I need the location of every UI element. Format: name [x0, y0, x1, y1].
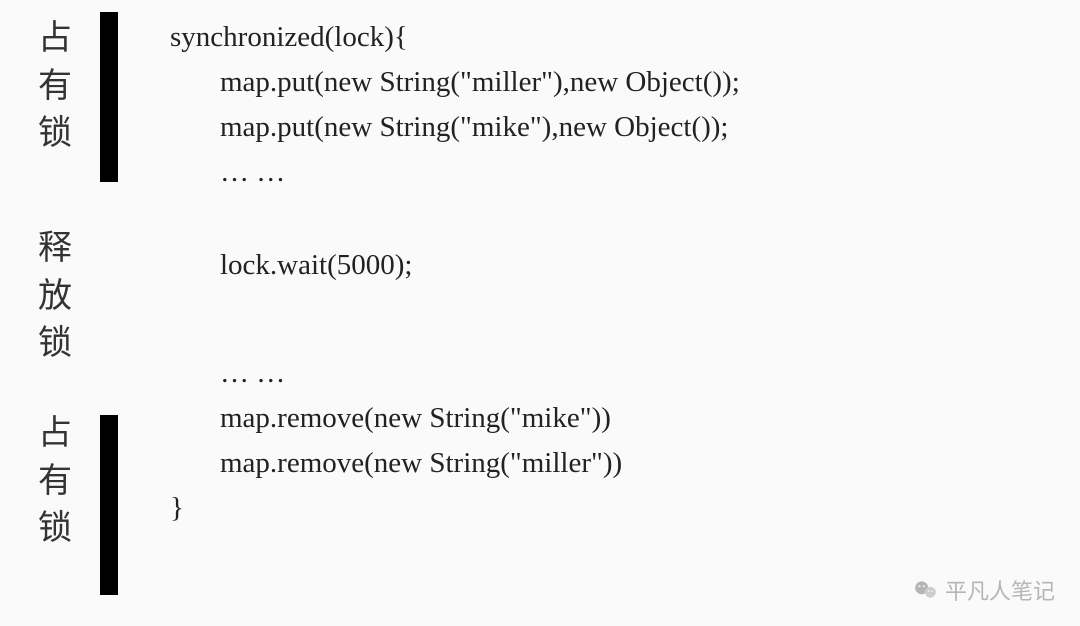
label-hold-lock-2: 占 有 锁	[30, 390, 80, 580]
code-line-wait: lock.wait(5000);	[170, 243, 1080, 288]
bar-wrapper-2	[80, 205, 130, 415]
label-char: 锁	[38, 110, 72, 158]
bracket-bar-2	[100, 415, 118, 595]
labels-column: 占 有 锁 释 放 锁 占 有 锁	[30, 10, 80, 616]
code-line-put1: map.put(new String("miller"),new Object(…	[170, 60, 1080, 105]
bars-column	[80, 10, 130, 616]
label-char: 释	[38, 225, 72, 273]
label-char: 锁	[38, 505, 72, 553]
spacer	[170, 336, 1080, 351]
watermark: 平凡人笔记	[913, 574, 1055, 606]
code-line-remove1: map.remove(new String("mike"))	[170, 396, 1080, 441]
label-char: 占	[38, 410, 72, 458]
code-line-ellipsis2: … …	[170, 351, 1080, 396]
label-char: 有	[38, 458, 72, 506]
main-container: 占 有 锁 释 放 锁 占 有 锁 synchronized(lock){ ma…	[0, 0, 1080, 626]
code-column: synchronized(lock){ map.put(new String("…	[130, 10, 1080, 616]
watermark-text: 平凡人笔记	[945, 574, 1055, 606]
label-release-lock: 释 放 锁	[30, 190, 80, 390]
label-hold-lock-1: 占 有 锁	[30, 10, 80, 190]
spacer	[170, 195, 1080, 243]
code-line-close: }	[170, 486, 1080, 531]
bar-wrapper-3	[80, 415, 130, 615]
code-line-sync: synchronized(lock){	[170, 15, 1080, 60]
bracket-bar-1	[100, 12, 118, 182]
label-char: 放	[38, 273, 72, 321]
code-line-remove2: map.remove(new String("miller"))	[170, 441, 1080, 486]
wechat-icon	[913, 577, 939, 603]
label-char: 有	[38, 63, 72, 111]
bar-wrapper-1	[80, 10, 130, 205]
code-line-ellipsis1: … …	[170, 150, 1080, 195]
label-char: 占	[38, 15, 72, 63]
code-line-put2: map.put(new String("mike"),new Object())…	[170, 105, 1080, 150]
label-char: 锁	[38, 320, 72, 368]
spacer	[170, 288, 1080, 336]
